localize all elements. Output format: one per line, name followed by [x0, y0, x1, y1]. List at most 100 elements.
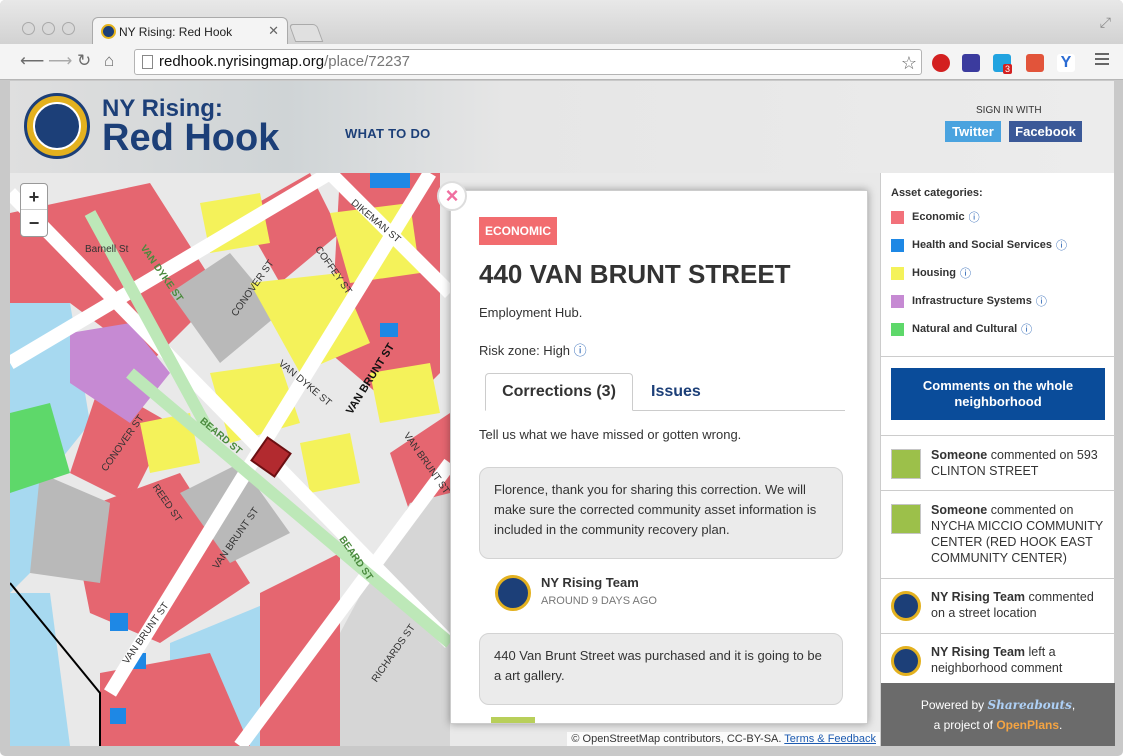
divider	[881, 356, 1115, 357]
browser-window: NY Rising: Red Hook ✕ ⤢ ⟵ ⟶ ↻ ⌂ redhook.…	[0, 0, 1123, 756]
forward-arrow-icon[interactable]: ⟶	[48, 52, 72, 70]
browser-tab[interactable]: NY Rising: Red Hook ✕	[92, 17, 288, 45]
info-icon[interactable]: ⓘ	[1021, 321, 1032, 337]
legend-label: Economic	[912, 211, 965, 223]
ny-rising-avatar	[891, 591, 921, 621]
health-swatch	[891, 238, 904, 252]
legend-item-economic[interactable]: Economic ⓘ	[891, 209, 980, 225]
sidebar-footer: Powered by Shareabouts, a project of Ope…	[881, 683, 1115, 746]
legend-label: Health and Social Services	[912, 239, 1053, 251]
legend-label: Infrastructure Systems	[912, 295, 1032, 307]
twitter-button[interactable]: Twitter	[945, 121, 1001, 142]
home-icon[interactable]: ⌂	[104, 52, 114, 70]
tab-issues[interactable]: Issues	[651, 373, 701, 411]
user-avatar	[891, 504, 921, 534]
comment-bubble: Florence, thank you for sharing this cor…	[479, 467, 843, 559]
ny-rising-logo[interactable]	[24, 93, 90, 159]
adblock-extension-icon[interactable]	[932, 54, 950, 72]
comment-time: AROUND 9 DAYS AGO	[541, 595, 657, 607]
activity-user: Someone	[931, 503, 988, 517]
facebook-button[interactable]: Facebook	[1009, 121, 1082, 142]
infrastructure-swatch	[891, 294, 904, 308]
extension-badge: 3	[1003, 64, 1013, 74]
activity-user: NY Rising Team	[931, 645, 1026, 659]
tab-corrections[interactable]: Corrections (3)	[485, 373, 633, 411]
neighborhood-comments-button[interactable]: Comments on the whole neighborhood	[891, 368, 1105, 420]
legend-item-housing[interactable]: Housing ⓘ	[891, 265, 971, 281]
risk-zone-text: Risk zone: High	[479, 343, 571, 358]
street-label: Barnell St	[85, 244, 129, 255]
legend-item-infrastructure[interactable]: Infrastructure Systems ⓘ	[891, 293, 1047, 309]
y-extension-icon[interactable]: Y	[1057, 54, 1075, 72]
place-title: 440 VAN BRUNT STREET	[479, 259, 791, 289]
bookmark-star-icon[interactable]: ☆	[901, 51, 917, 75]
footer-project: a project of	[933, 718, 997, 732]
url-path: /place/72237	[324, 53, 410, 70]
minimize-window-button[interactable]	[42, 22, 55, 35]
author-name: NY Rising Team	[541, 575, 639, 590]
natural-swatch	[891, 322, 904, 336]
ny-rising-avatar	[891, 646, 921, 676]
bookmark-extension-icon[interactable]	[1026, 54, 1044, 72]
reload-icon[interactable]: ↻	[77, 52, 91, 70]
activity-user: Someone	[931, 448, 988, 462]
divider	[881, 435, 1115, 436]
footer-powered: Powered by	[920, 698, 988, 712]
openplans-link[interactable]: OpenPlans	[996, 718, 1059, 732]
footer-period: .	[1059, 718, 1063, 732]
what-to-do-link[interactable]: WHAT TO DO	[345, 126, 431, 141]
attribution-text: © OpenStreetMap contributors, CC-BY-SA.	[571, 733, 782, 745]
legend-label: Natural and Cultural	[912, 323, 1018, 335]
new-tab-button[interactable]	[288, 24, 324, 42]
site-header: NY Rising: Red Hook WHAT TO DO SIGN IN W…	[10, 81, 1114, 173]
user-avatar	[891, 449, 921, 479]
info-icon[interactable]: ⓘ	[960, 265, 971, 281]
place-description: Employment Hub.	[479, 305, 583, 320]
author-avatar	[495, 575, 531, 611]
url-host: redhook.nyrisingmap.org	[159, 53, 325, 70]
zoom-out-button[interactable]: −	[21, 210, 47, 236]
info-icon[interactable]: ⓘ	[1036, 293, 1047, 309]
legend-item-natural[interactable]: Natural and Cultural ⓘ	[891, 321, 1032, 337]
economic-swatch	[891, 210, 904, 224]
legend-title: Asset categories:	[891, 187, 983, 199]
favicon-icon	[101, 24, 116, 39]
shareabouts-link[interactable]: Shareabouts	[988, 698, 1072, 712]
risk-info-icon[interactable]: ⓘ	[574, 343, 587, 358]
sign-in-label: SIGN IN WITH	[976, 105, 1042, 116]
popup-tabs: Corrections (3) Issues	[485, 373, 845, 411]
mail-extension-icon[interactable]: 3	[993, 54, 1013, 74]
site-title-line2[interactable]: Red Hook	[102, 117, 279, 160]
legend-item-health[interactable]: Health and Social Services ⓘ	[891, 237, 1067, 253]
fullscreen-icon[interactable]: ⤢	[1100, 14, 1111, 31]
tab-prompt: Tell us what we have missed or gotten wr…	[479, 427, 742, 442]
extension-icon[interactable]	[962, 54, 980, 72]
info-icon[interactable]: ⓘ	[1056, 237, 1067, 253]
tab-close-icon[interactable]: ✕	[268, 23, 279, 39]
legend-label: Housing	[912, 267, 956, 279]
browser-toolbar: ⟵ ⟶ ↻ ⌂ redhook.nyrisingmap.org/place/72…	[0, 44, 1123, 80]
title-bar: NY Rising: Red Hook ✕ ⤢	[0, 0, 1123, 45]
divider	[881, 578, 1115, 579]
zoom-in-button[interactable]: +	[21, 184, 47, 210]
menu-icon[interactable]	[1095, 53, 1109, 67]
address-bar[interactable]: redhook.nyrisingmap.org/place/72237 ☆	[134, 49, 922, 75]
comment-avatar-partial	[491, 717, 535, 723]
page-icon	[142, 55, 153, 69]
footer-comma: ,	[1071, 698, 1076, 712]
housing-swatch	[891, 266, 904, 280]
place-popup: ECONOMIC 440 VAN BRUNT STREET Employment…	[450, 190, 868, 724]
divider	[881, 633, 1115, 634]
back-arrow-icon[interactable]: ⟵	[20, 52, 44, 70]
close-window-button[interactable]	[22, 22, 35, 35]
info-icon[interactable]: ⓘ	[969, 209, 980, 225]
map-attribution: © OpenStreetMap contributors, CC-BY-SA. …	[567, 732, 880, 746]
popup-close-button[interactable]: ×	[437, 181, 467, 211]
zoom-window-button[interactable]	[62, 22, 75, 35]
risk-zone: Risk zone: High ⓘ	[479, 340, 587, 359]
sidebar: Asset categories: Economic ⓘ Health and …	[880, 173, 1115, 746]
tab-title: NY Rising: Red Hook	[119, 24, 233, 39]
comment-bubble: 440 Van Brunt Street was purchased and i…	[479, 633, 843, 705]
terms-feedback-link[interactable]: Terms & Feedback	[784, 733, 876, 745]
divider	[881, 490, 1115, 491]
